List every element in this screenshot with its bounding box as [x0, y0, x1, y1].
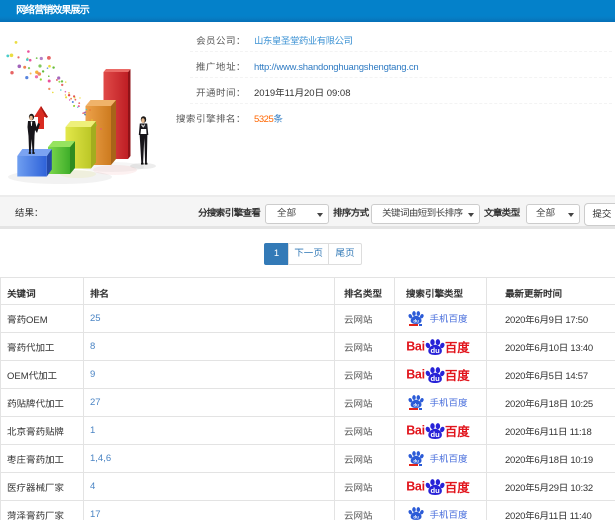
svg-text:du: du — [414, 514, 420, 519]
svg-text:du: du — [430, 486, 440, 495]
svg-text:du: du — [414, 318, 420, 323]
svg-text:du: du — [430, 374, 440, 383]
svg-text:du: du — [430, 430, 440, 439]
svg-text:du: du — [430, 346, 440, 355]
svg-text:du: du — [414, 402, 420, 407]
svg-text:du: du — [414, 458, 420, 463]
